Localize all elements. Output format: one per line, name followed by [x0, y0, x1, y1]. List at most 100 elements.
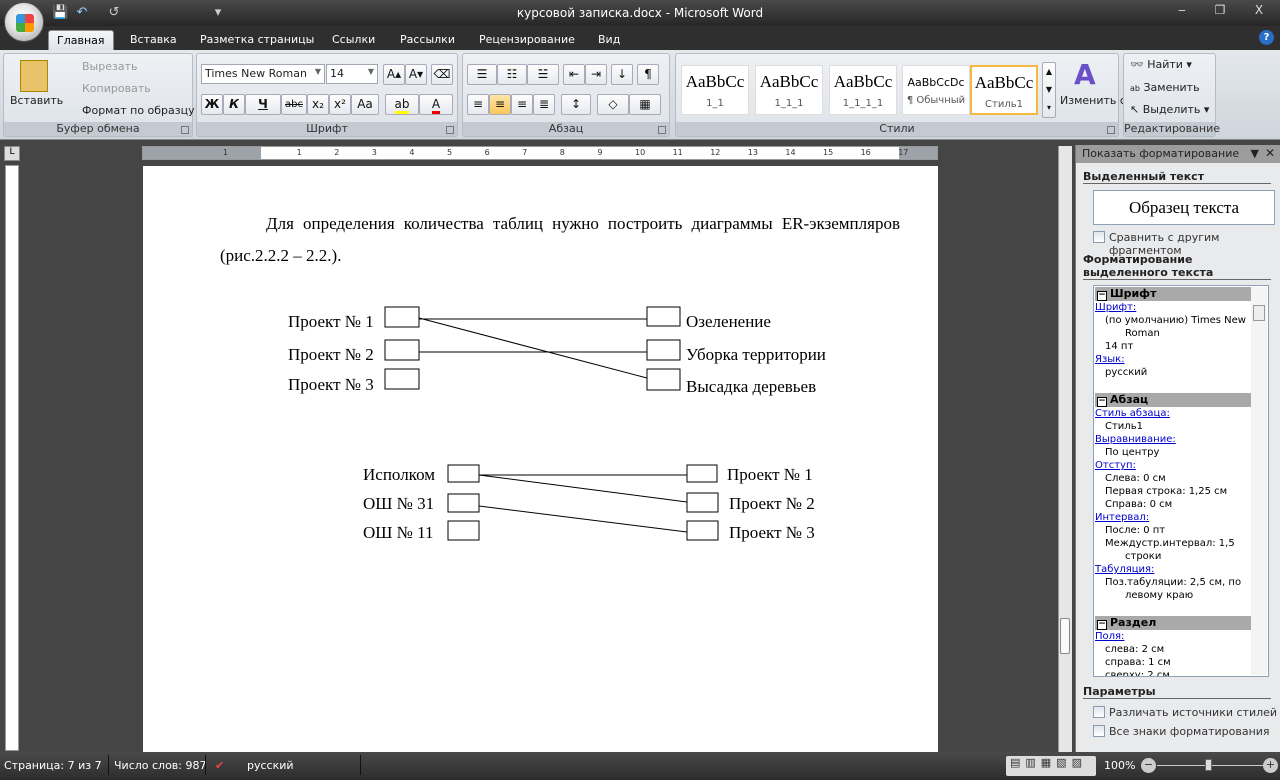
dialog-launcher-icon[interactable] — [446, 126, 454, 134]
find-button[interactable]: 👓 Найти ▾ — [1130, 58, 1192, 71]
align-center-button[interactable]: ≡ — [489, 94, 511, 115]
vertical-ruler[interactable] — [5, 165, 19, 751]
redo-icon[interactable]: ↺ — [106, 5, 122, 21]
vertical-scrollbar[interactable] — [1058, 146, 1072, 752]
cut-button[interactable]: Вырезать — [82, 60, 137, 73]
tab-home[interactable]: Главная — [48, 30, 114, 50]
paste-icon[interactable] — [20, 60, 48, 92]
undo-icon[interactable]: ↶ — [74, 5, 90, 21]
underline-button[interactable]: Ч — [245, 94, 281, 115]
numbering-button[interactable]: ☷ — [497, 64, 527, 85]
increase-indent-button[interactable]: ⇥ — [585, 64, 607, 85]
subscript-button[interactable]: x₂ — [307, 94, 329, 115]
tabs-link[interactable]: Табуляция: — [1095, 563, 1253, 576]
restore-button[interactable]: ❐ — [1205, 3, 1235, 17]
bold-button[interactable]: Ж — [201, 94, 223, 115]
tab-page-layout[interactable]: Разметка страницы — [192, 30, 322, 50]
formatting-list[interactable]: − Шрифт Шрифт: (по умолчанию) Times New R… — [1093, 285, 1269, 677]
formatting-scrollbar[interactable] — [1251, 287, 1267, 675]
indent-link[interactable]: Отступ: — [1095, 459, 1253, 472]
clear-formatting-button[interactable]: ⌫ — [431, 64, 453, 85]
styles-scroll-buttons[interactable]: ▲ ▼ ▾ — [1042, 62, 1056, 118]
dialog-launcher-icon[interactable] — [658, 126, 666, 134]
document-page[interactable]: Для определения количества таблиц нужно … — [143, 166, 938, 756]
tab-insert[interactable]: Вставка — [122, 30, 185, 50]
justify-button[interactable]: ≣ — [533, 94, 555, 115]
tab-review[interactable]: Рецензирование — [471, 30, 583, 50]
paragraph-style-link[interactable]: Стиль абзаца: — [1095, 407, 1253, 420]
line-spacing-button[interactable]: ↕ — [561, 94, 591, 115]
font-section-header[interactable]: − Шрифт — [1095, 287, 1253, 301]
change-case-button[interactable]: Aa — [351, 94, 379, 115]
tab-view[interactable]: Вид — [590, 30, 628, 50]
page-count[interactable]: Страница: 7 из 7 — [4, 759, 102, 772]
help-icon[interactable]: ? — [1259, 30, 1274, 45]
superscript-button[interactable]: x² — [329, 94, 351, 115]
show-marks-button[interactable]: ¶ — [637, 64, 659, 85]
tab-references[interactable]: Ссылки — [324, 30, 383, 50]
grow-font-button[interactable]: A▴ — [383, 64, 405, 85]
scrollbar-thumb[interactable] — [1253, 305, 1265, 321]
style-stil1[interactable]: AaBbCc Стиль1 — [970, 65, 1038, 115]
collapse-icon[interactable]: − — [1097, 620, 1107, 630]
language-link[interactable]: Язык: — [1095, 353, 1253, 366]
collapse-icon[interactable]: − — [1097, 291, 1107, 301]
customize-qat-icon[interactable]: ▾ — [210, 5, 226, 21]
margins-link[interactable]: Поля: — [1095, 630, 1253, 643]
alignment-link[interactable]: Выравнивание: — [1095, 433, 1253, 446]
spacing-link[interactable]: Интервал: — [1095, 511, 1253, 524]
align-left-button[interactable]: ≡ — [467, 94, 489, 115]
view-buttons[interactable]: ▤▥▦▧▨ — [1006, 756, 1096, 776]
shrink-font-button[interactable]: A▾ — [405, 64, 427, 85]
shading-button[interactable]: ◇ — [597, 94, 629, 115]
paragraph-section-header[interactable]: − Абзац — [1095, 393, 1253, 407]
office-button[interactable] — [4, 2, 44, 42]
sample-text-box[interactable]: Образец текста — [1093, 190, 1275, 225]
section-section-header[interactable]: − Раздел — [1095, 616, 1253, 630]
pane-menu-icon[interactable]: ▼ — [1251, 147, 1259, 160]
language-status[interactable]: русский — [247, 759, 294, 772]
font-color-button[interactable]: A — [419, 94, 453, 115]
borders-button[interactable]: ▦ — [629, 94, 661, 115]
close-icon[interactable]: ✕ — [1265, 146, 1275, 160]
highlight-button[interactable]: ab — [385, 94, 419, 115]
sort-button[interactable]: ↓ — [611, 64, 633, 85]
zoom-out-button[interactable]: − — [1141, 758, 1156, 773]
proofing-icon[interactable]: ✔ — [215, 759, 224, 772]
scrollbar-thumb[interactable] — [1060, 618, 1070, 654]
italic-button[interactable]: К — [223, 94, 245, 115]
bullets-button[interactable]: ☰ — [467, 64, 497, 85]
select-button[interactable]: ↖ Выделить ▾ — [1130, 103, 1209, 116]
style-1-1-1[interactable]: AaBbCc 1_1_1 — [755, 65, 823, 115]
align-right-button[interactable]: ≡ — [511, 94, 533, 115]
copy-button[interactable]: Копировать — [82, 82, 151, 95]
zoom-level[interactable]: 100% — [1104, 759, 1135, 772]
word-count[interactable]: Число слов: 987 — [114, 759, 207, 772]
font-link[interactable]: Шрифт: — [1095, 301, 1253, 314]
font-name-combo[interactable]: Times New Roman ▼ — [201, 64, 325, 84]
dialog-launcher-icon[interactable] — [1107, 126, 1115, 134]
zoom-in-button[interactable]: + — [1263, 758, 1278, 773]
font-size-combo[interactable]: 14 ▼ — [326, 64, 378, 84]
save-icon[interactable]: 💾 — [52, 5, 68, 21]
zoom-slider-thumb[interactable] — [1205, 759, 1212, 771]
distinguish-styles-checkbox[interactable] — [1093, 706, 1105, 718]
format-painter-button[interactable]: Формат по образцу — [82, 104, 195, 117]
decrease-indent-button[interactable]: ⇤ — [563, 64, 585, 85]
style-normal[interactable]: AaBbCcDc ¶ Обычный — [902, 65, 970, 115]
style-1-1-1-1[interactable]: AaBbCc 1_1_1_1 — [829, 65, 897, 115]
replace-button[interactable]: ab Заменить — [1130, 81, 1200, 94]
tab-selector-button[interactable]: L — [4, 146, 20, 161]
tab-mailings[interactable]: Рассылки — [392, 30, 463, 50]
close-button[interactable]: X — [1244, 3, 1274, 17]
paste-button[interactable]: Вставить — [10, 94, 63, 107]
minimize-button[interactable]: ‒ — [1167, 3, 1197, 17]
style-1-1[interactable]: AaBbCc 1_1 — [681, 65, 749, 115]
horizontal-ruler[interactable]: 1 1 2 3 4 5 6 7 8 9 10 11 12 13 14 15 16 17 — [142, 146, 938, 160]
compare-checkbox[interactable] — [1093, 231, 1105, 243]
multilevel-list-button[interactable]: ☱ — [527, 64, 559, 85]
show-all-marks-checkbox[interactable] — [1093, 725, 1105, 737]
strikethrough-button[interactable]: abc — [281, 94, 307, 115]
collapse-icon[interactable]: − — [1097, 397, 1107, 407]
dialog-launcher-icon[interactable] — [181, 126, 189, 134]
